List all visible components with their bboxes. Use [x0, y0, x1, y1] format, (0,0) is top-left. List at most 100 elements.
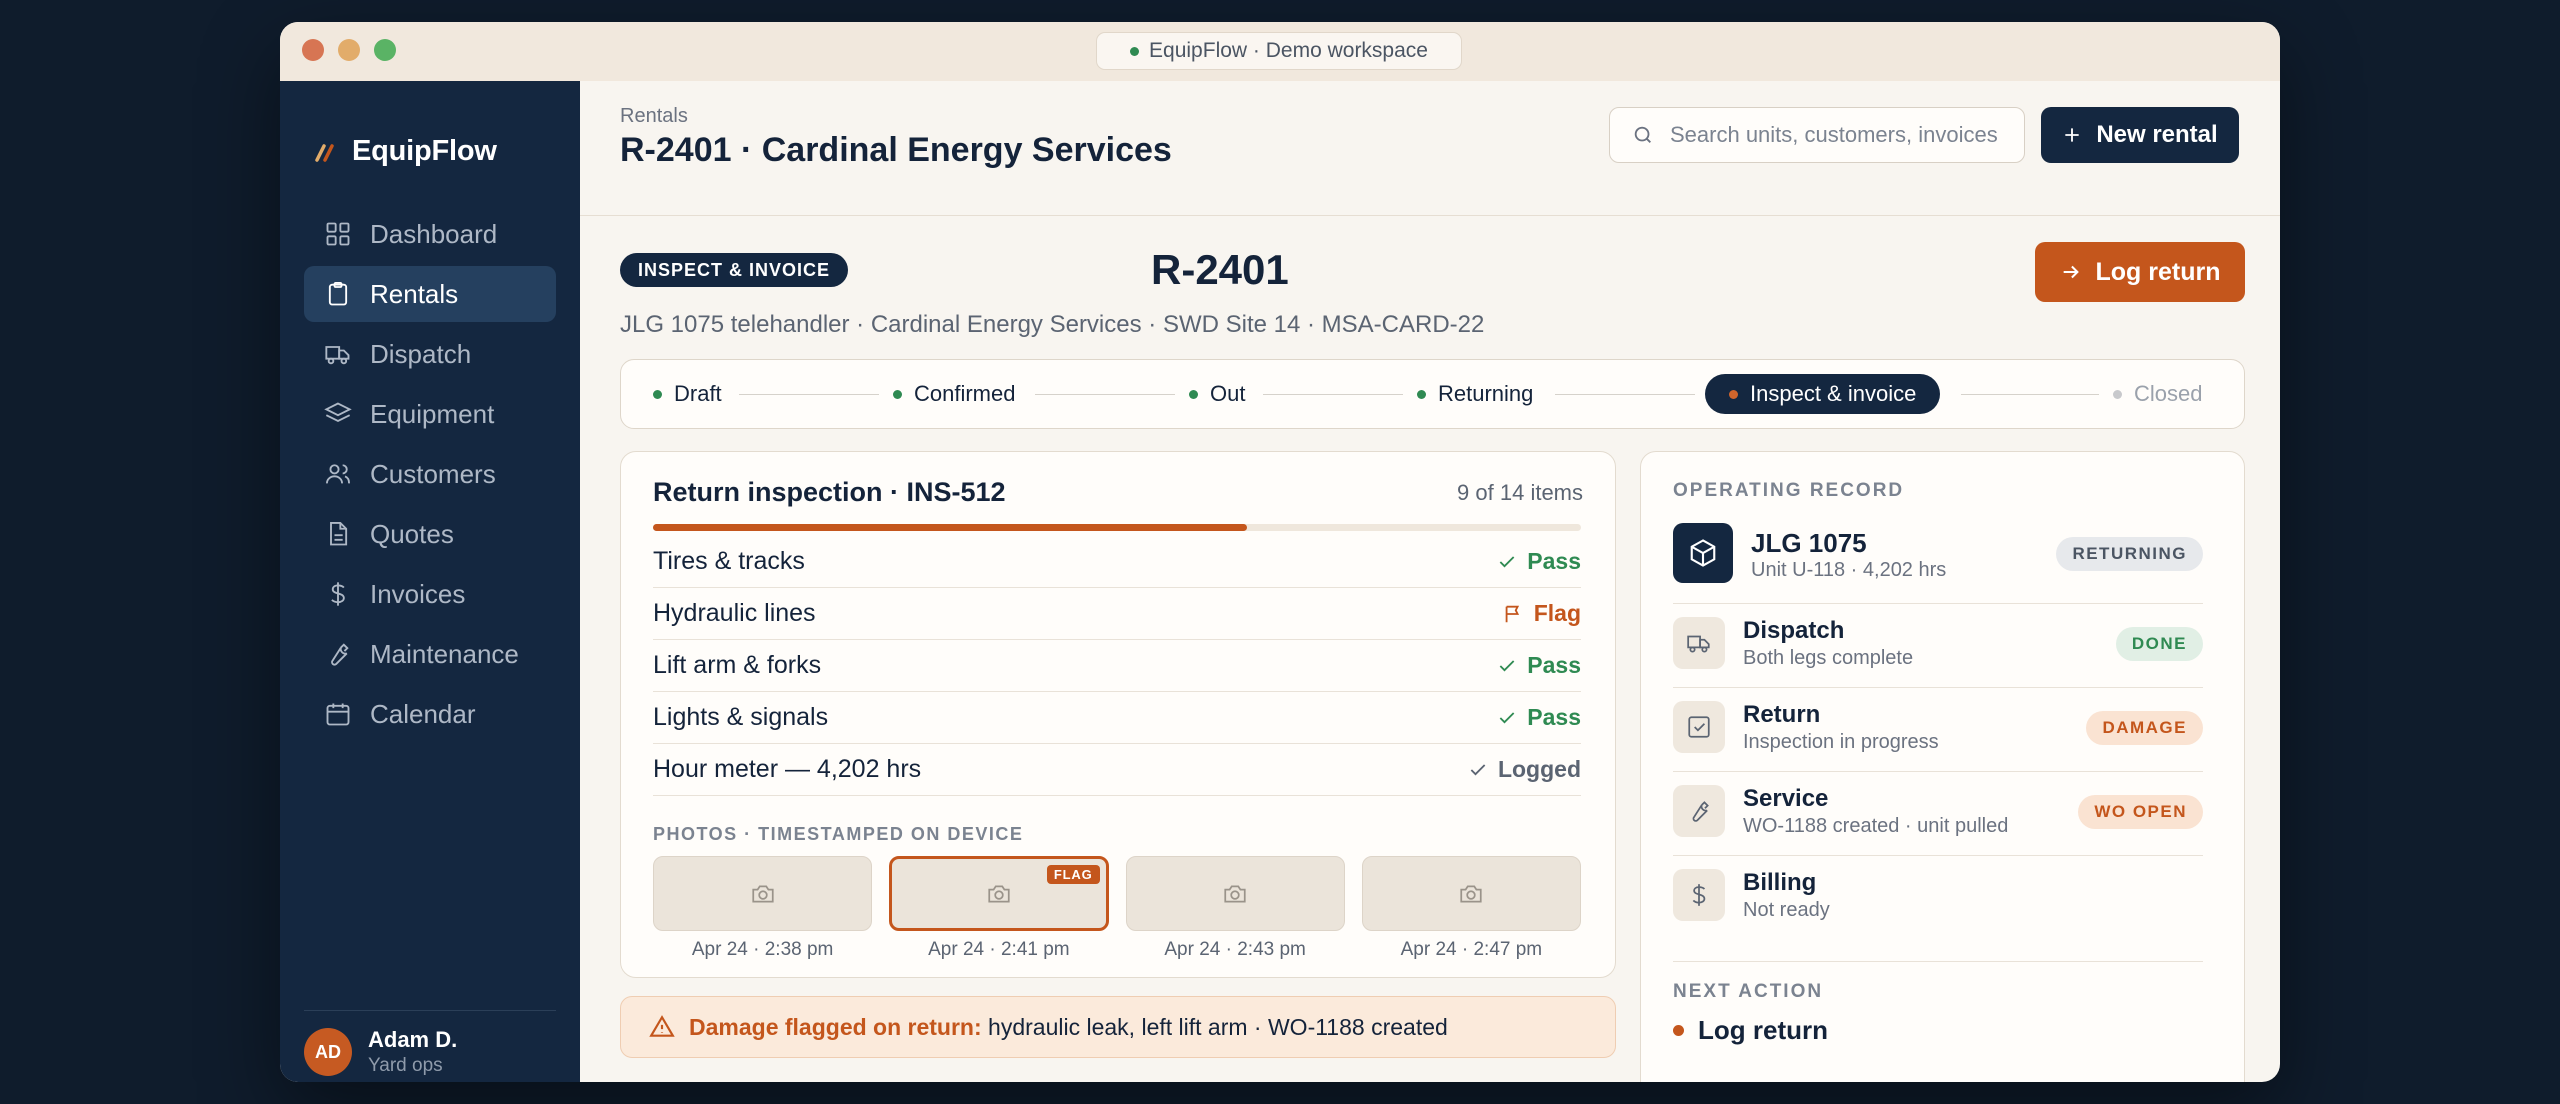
alert-title: Damage flagged on return: — [689, 1013, 982, 1040]
page-header: Rentals R-2401 · Cardinal Energy Service… — [580, 81, 2280, 216]
window-title-text: EquipFlow · Demo workspace — [1149, 39, 1428, 62]
step-closed[interactable]: Closed — [2113, 374, 2202, 414]
new-rental-button[interactable]: New rental — [2041, 107, 2239, 163]
photo-thumb[interactable]: Apr 24 · 2:43 pm — [1125, 856, 1345, 961]
record-title: Billing — [1743, 869, 1817, 896]
checklist-row[interactable]: Tires & tracks Pass — [653, 536, 1581, 588]
sidebar-item-customers[interactable]: Customers — [304, 446, 556, 502]
step-label: Out — [1210, 381, 1246, 406]
minimize-window-button[interactable] — [338, 39, 360, 61]
truck-icon — [325, 346, 350, 365]
photo-timestamp: Apr 24 · 2:47 pm — [1400, 939, 1543, 960]
log-return-button[interactable]: Log return — [2035, 242, 2245, 302]
step-connector — [739, 394, 879, 395]
sidebar-item-dashboard[interactable]: Dashboard — [304, 206, 556, 262]
unit-row[interactable]: JLG 1075 Unit U-118 · 4,202 hrs RETURNIN… — [1673, 523, 2203, 587]
inspection-progress-fill — [653, 524, 1247, 531]
result-pass: Pass — [1497, 548, 1581, 575]
inspection-count: 9 of 14 items — [1457, 480, 1583, 505]
close-window-button[interactable] — [302, 39, 324, 61]
grid-icon — [326, 222, 350, 246]
result-label: Flag — [1533, 600, 1581, 626]
photo-thumb[interactable]: Apr 24 · 2:47 pm — [1361, 856, 1581, 961]
user-name: Adam D. — [368, 1027, 458, 1052]
step-out[interactable]: Out — [1189, 374, 1245, 414]
rental-stepper: Draft Confirmed Out Returning Inspect & … — [620, 359, 2245, 429]
step-connector — [1555, 394, 1695, 395]
checklist-row[interactable]: Hydraulic lines Flag — [653, 588, 1581, 640]
record-title: Return — [1743, 701, 1821, 728]
record-row-service[interactable]: Service WO-1188 created · unit pulled WO… — [1673, 771, 2203, 855]
photo-thumb[interactable]: Apr 24 · 2:38 pm — [653, 856, 873, 961]
result-label: Pass — [1527, 652, 1581, 678]
sidebar-item-equipment[interactable]: Equipment — [304, 386, 556, 442]
sidebar-item-rentals[interactable]: Rentals — [304, 266, 556, 322]
record-row-return[interactable]: Return Inspection in progress DAMAGE — [1673, 687, 2203, 771]
record-row-billing[interactable]: Billing Not ready — [1673, 855, 2203, 939]
record-subtitle: Not ready — [1743, 899, 1830, 921]
photo-timestamp: Apr 24 · 2:41 pm — [928, 939, 1070, 960]
log-return-label: Log return — [2095, 257, 2221, 286]
next-action-dot — [1673, 1025, 1684, 1036]
stage-badge: INSPECT & INVOICE — [620, 253, 849, 287]
record-row-dispatch[interactable]: Dispatch Both legs complete DONE — [1673, 603, 2203, 687]
photo-placeholder — [653, 856, 873, 931]
result-label: Pass — [1527, 704, 1581, 730]
step-label: Inspect & invoice — [1750, 381, 1917, 406]
sidebar-item-maintenance[interactable]: Maintenance — [304, 626, 556, 682]
window-title: EquipFlow · Demo workspace — [1096, 32, 1462, 70]
step-inspect-invoice[interactable]: Inspect & invoice — [1705, 374, 1941, 414]
checklist-item-label: Hour meter — 4,202 hrs — [653, 755, 922, 783]
sidebar-item-invoices[interactable]: Invoices — [304, 566, 556, 622]
photos-label: PHOTOS · TIMESTAMPED ON DEVICE — [653, 824, 1024, 844]
operating-record-label: OPERATING RECORD — [1673, 480, 1905, 501]
search-input[interactable] — [1668, 121, 2012, 149]
sidebar-item-quotes[interactable]: Quotes — [304, 506, 556, 562]
next-action-text: Log return — [1698, 1015, 1828, 1045]
next-action-link[interactable]: Log return — [1673, 1015, 1828, 1046]
step-dot — [1729, 389, 1738, 399]
step-label: Returning — [1438, 381, 1534, 406]
inspection-progress-bar — [653, 524, 1581, 531]
breadcrumb[interactable]: Rentals — [620, 105, 688, 128]
step-dot — [1189, 389, 1198, 399]
step-dot — [893, 389, 902, 399]
record-title: Dispatch — [1743, 617, 1845, 644]
step-connector — [1035, 394, 1175, 395]
checklist-row[interactable]: Lift arm & forks Pass — [653, 640, 1581, 692]
brand[interactable]: EquipFlow — [314, 135, 497, 168]
step-confirmed[interactable]: Confirmed — [893, 374, 1015, 414]
photo-placeholder — [1361, 856, 1581, 931]
search-box[interactable] — [1609, 107, 2025, 163]
sidebar-item-dispatch[interactable]: Dispatch — [304, 326, 556, 382]
checkbox-icon — [1673, 701, 1725, 753]
step-dot — [1417, 389, 1426, 399]
camera-icon — [988, 885, 1010, 902]
step-draft[interactable]: Draft — [653, 374, 722, 414]
inspection-title: Return inspection · INS-512 — [653, 477, 1006, 507]
next-action-label: NEXT ACTION — [1673, 981, 1824, 1002]
check-icon — [1470, 763, 1486, 775]
record-subtitle: Both legs complete — [1743, 647, 1914, 669]
record-list: Dispatch Both legs complete DONE Return … — [1673, 603, 2203, 939]
step-connector — [1263, 394, 1403, 395]
clipboard-icon — [328, 281, 348, 306]
checklist-row[interactable]: Hour meter — 4,202 hrs Logged — [653, 744, 1581, 796]
step-returning[interactable]: Returning — [1417, 374, 1533, 414]
sidebar-item-calendar[interactable]: Calendar — [304, 686, 556, 742]
step-label: Closed — [2134, 381, 2203, 406]
checklist-item-label: Tires & tracks — [653, 547, 805, 575]
photo-thumb-flagged[interactable]: FLAG Apr 24 · 2:41 pm — [889, 856, 1109, 961]
brand-name: EquipFlow — [352, 135, 497, 167]
result-pass: Pass — [1497, 652, 1581, 679]
checklist-row[interactable]: Lights & signals Pass — [653, 692, 1581, 744]
wrench-icon — [331, 643, 349, 666]
app-window: EquipFlow · Demo workspace EquipFlow Das… — [280, 22, 2280, 1082]
sidebar-item-label: Maintenance — [370, 638, 519, 669]
user-profile[interactable]: AD Adam D. Yard ops — [304, 1027, 457, 1077]
sidebar-nav: Dashboard Rentals Dispatch Equipment Cus… — [304, 206, 556, 746]
calendar-icon — [326, 703, 350, 726]
damage-alert: Damage flagged on return: hydraulic leak… — [620, 996, 1616, 1058]
brand-logo-icon — [315, 143, 334, 162]
maximize-window-button[interactable] — [374, 39, 396, 61]
